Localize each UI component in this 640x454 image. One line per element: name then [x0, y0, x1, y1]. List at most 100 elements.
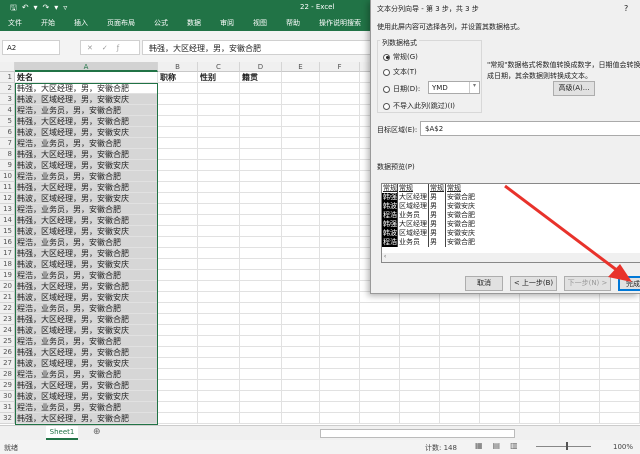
cell[interactable] [480, 358, 520, 369]
cell[interactable] [158, 94, 198, 105]
cell[interactable] [240, 292, 282, 303]
row-header[interactable]: 12 [0, 193, 15, 204]
header-cell[interactable]: 姓名 [15, 72, 158, 83]
cell[interactable] [320, 358, 360, 369]
cell[interactable]: 韩强，大区经理，男，安徽合肥 [15, 83, 158, 94]
cell[interactable] [282, 160, 320, 171]
cell[interactable] [600, 325, 640, 336]
select-all-corner[interactable] [0, 62, 15, 72]
cell[interactable] [198, 413, 240, 424]
column-header-d[interactable]: D [240, 62, 282, 72]
cell[interactable] [360, 380, 400, 391]
cell[interactable] [282, 369, 320, 380]
cell[interactable] [282, 325, 320, 336]
cell[interactable] [320, 314, 360, 325]
cell[interactable] [480, 380, 520, 391]
row-header[interactable]: 7 [0, 138, 15, 149]
cell[interactable]: 韩波，区域经理，男，安徽安庆 [15, 358, 158, 369]
row-header[interactable]: 3 [0, 94, 15, 105]
cell[interactable] [320, 171, 360, 182]
cell[interactable] [158, 237, 198, 248]
cell[interactable] [282, 336, 320, 347]
cell[interactable] [240, 215, 282, 226]
cell[interactable]: 韩强，大区经理，男，安徽合肥 [15, 215, 158, 226]
cell[interactable] [480, 303, 520, 314]
cell[interactable]: 韩波，区域经理，男，安徽安庆 [15, 160, 158, 171]
column-header-b[interactable]: B [158, 62, 198, 72]
next-button[interactable]: 下一步(N) > [564, 276, 611, 291]
cell[interactable] [282, 314, 320, 325]
cell[interactable] [400, 369, 440, 380]
cell[interactable] [480, 347, 520, 358]
cell[interactable]: 韩波，区域经理，男，安徽安庆 [15, 94, 158, 105]
cell[interactable] [440, 369, 480, 380]
cell[interactable] [240, 171, 282, 182]
cell[interactable] [320, 380, 360, 391]
cell[interactable] [400, 347, 440, 358]
column-header-a[interactable]: A [15, 62, 158, 72]
cell[interactable] [240, 160, 282, 171]
cell[interactable] [360, 402, 400, 413]
formula-buttons[interactable]: ✕✓ƒ [80, 40, 140, 55]
cell[interactable] [240, 314, 282, 325]
cell[interactable]: 程浩，业务员，男，安徽合肥 [15, 138, 158, 149]
cell[interactable] [282, 237, 320, 248]
cell[interactable] [560, 402, 600, 413]
cell[interactable]: 韩波，区域经理，男，安徽安庆 [15, 127, 158, 138]
cell[interactable] [320, 226, 360, 237]
row-header[interactable]: 11 [0, 182, 15, 193]
ribbon-tab[interactable]: 帮助 [286, 15, 300, 31]
radio-general[interactable]: 常规(G) [383, 52, 418, 62]
cell[interactable]: 程浩，业务员，男，安徽合肥 [15, 369, 158, 380]
data-preview[interactable]: 常规 常规 常规 常规 韩强 大区经理男安徽合肥 韩波 区域经理男安徽安庆 程浩 业务员男安徽合肥… [381, 183, 640, 263]
cell[interactable] [400, 380, 440, 391]
cell[interactable] [198, 336, 240, 347]
cell[interactable] [282, 270, 320, 281]
row-header[interactable]: 27 [0, 358, 15, 369]
row-header[interactable]: 14 [0, 215, 15, 226]
cancel-button[interactable]: 取消 [465, 276, 503, 291]
cell[interactable] [158, 314, 198, 325]
row-header[interactable]: 24 [0, 325, 15, 336]
cell[interactable] [282, 182, 320, 193]
cell[interactable]: 韩强，大区经理，男，安徽合肥 [15, 413, 158, 424]
cell[interactable] [198, 270, 240, 281]
cell[interactable] [198, 347, 240, 358]
cell[interactable] [282, 116, 320, 127]
cell[interactable] [320, 83, 360, 94]
cell[interactable] [282, 248, 320, 259]
cell[interactable] [360, 391, 400, 402]
header-cell[interactable] [282, 72, 320, 83]
cell[interactable] [400, 391, 440, 402]
cell[interactable] [480, 413, 520, 424]
cell[interactable] [400, 358, 440, 369]
cell[interactable] [600, 347, 640, 358]
cell[interactable] [158, 215, 198, 226]
row-header[interactable]: 25 [0, 336, 15, 347]
cell[interactable] [320, 347, 360, 358]
cell[interactable] [158, 226, 198, 237]
row-header[interactable]: 29 [0, 380, 15, 391]
cell[interactable] [320, 402, 360, 413]
row-header[interactable]: 13 [0, 204, 15, 215]
cell[interactable] [282, 105, 320, 116]
cell[interactable] [520, 413, 560, 424]
cell[interactable] [198, 138, 240, 149]
cell[interactable] [240, 413, 282, 424]
cell[interactable] [240, 149, 282, 160]
cell[interactable] [560, 303, 600, 314]
cell[interactable] [198, 314, 240, 325]
header-cell[interactable] [320, 72, 360, 83]
row-header[interactable]: 22 [0, 303, 15, 314]
cell[interactable] [282, 292, 320, 303]
column-header-e[interactable]: E [282, 62, 320, 72]
cell[interactable] [240, 83, 282, 94]
cell[interactable] [480, 391, 520, 402]
cell[interactable] [240, 138, 282, 149]
cell[interactable] [440, 358, 480, 369]
cell[interactable] [440, 336, 480, 347]
cell[interactable] [158, 149, 198, 160]
cell[interactable] [158, 358, 198, 369]
cell[interactable] [240, 402, 282, 413]
ribbon-tab[interactable]: 视图 [253, 15, 267, 31]
